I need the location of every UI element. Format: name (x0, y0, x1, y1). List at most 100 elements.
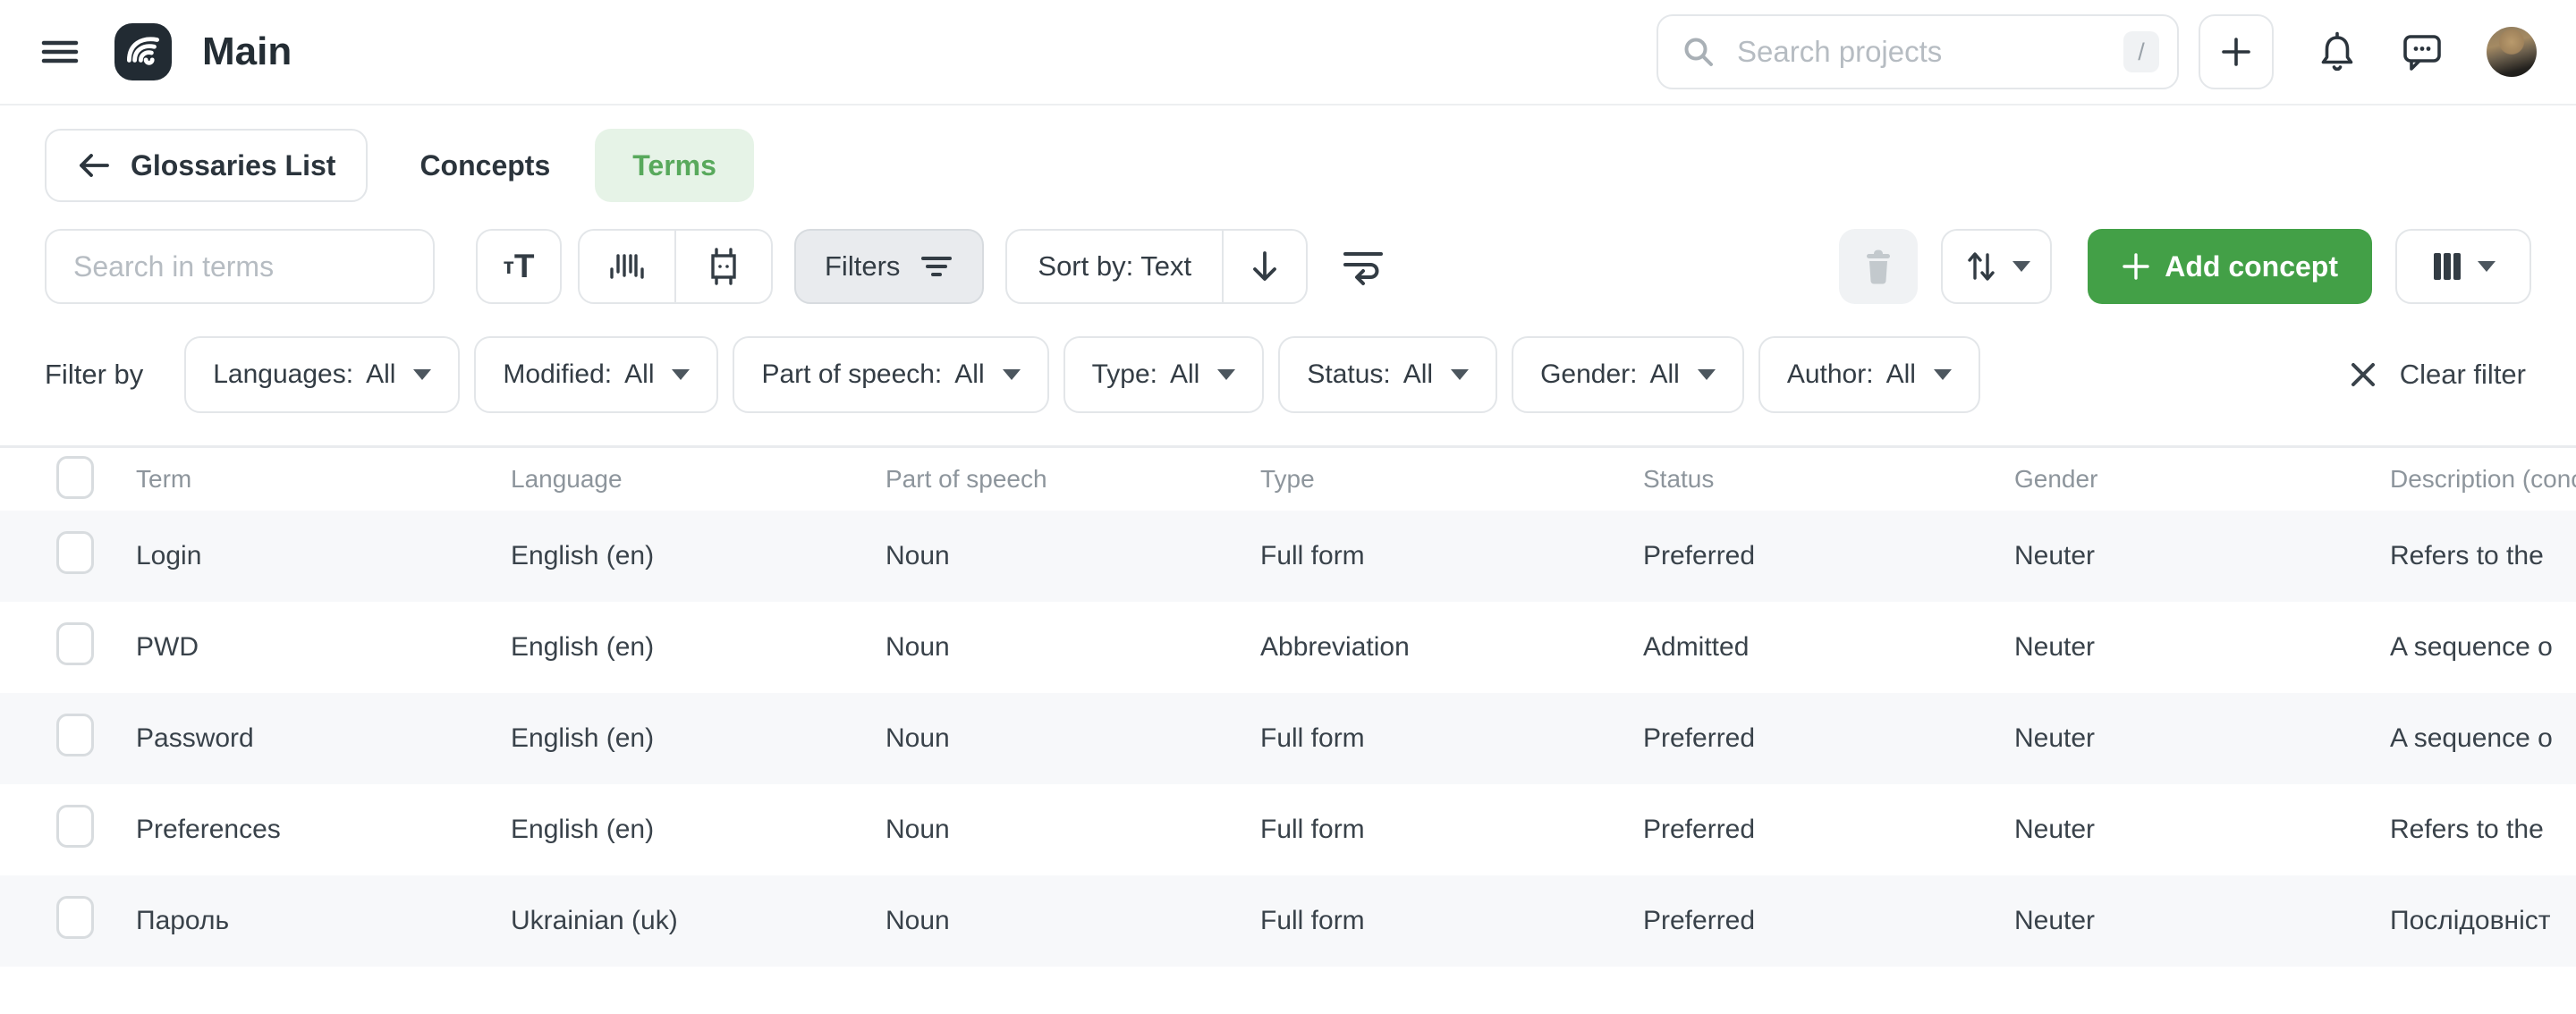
filter-bar: Filter by Languages: All Modified: All P… (0, 336, 2576, 413)
row-checkbox-cell (56, 805, 136, 855)
terms-search-input[interactable] (72, 249, 408, 284)
column-header: Language (511, 465, 886, 494)
chat-icon (2401, 31, 2444, 72)
row-checkbox-cell (56, 622, 136, 672)
back-button-label: Glossaries List (131, 149, 335, 182)
cell-description: Refers to the (2390, 541, 2576, 571)
filter-pill-partofspeech[interactable]: Part of speech: All (733, 336, 1048, 413)
select-all-checkbox[interactable] (56, 456, 94, 499)
cell-status: Preferred (1643, 906, 2014, 936)
cell-description: A sequence o (2390, 632, 2576, 663)
cell-type: Abbreviation (1260, 632, 1643, 663)
chevron-down-icon (2478, 261, 2496, 272)
sort-by-button[interactable]: Sort by: Text (1007, 231, 1222, 302)
row-checkbox[interactable] (56, 531, 94, 574)
table-row[interactable]: PreferencesEnglish (en)NounFull formPref… (0, 784, 2576, 875)
cell-part_of_speech: Noun (886, 541, 1260, 571)
cell-status: Preferred (1643, 723, 2014, 754)
cell-language: Ukrainian (uk) (511, 906, 886, 936)
create-new-button[interactable] (2199, 14, 2274, 89)
project-search-box[interactable]: / (1657, 14, 2179, 89)
chevron-down-icon (1217, 369, 1235, 380)
plus-icon (2122, 252, 2150, 281)
column-header: Term (136, 465, 511, 494)
arrow-left-icon (77, 151, 111, 180)
hamburger-menu-icon[interactable] (39, 31, 80, 72)
cell-language: English (en) (511, 541, 886, 571)
user-avatar[interactable] (2487, 27, 2537, 77)
sort-direction-button[interactable] (1224, 231, 1306, 302)
chevron-down-icon (672, 369, 690, 380)
import-export-button[interactable] (1941, 229, 2052, 304)
cell-description: A sequence o (2390, 723, 2576, 754)
search-options-group (578, 229, 773, 304)
app-logo[interactable] (114, 23, 172, 80)
cell-part_of_speech: Noun (886, 906, 1260, 936)
table-row[interactable]: ПарольUkrainian (uk)NounFull formPreferr… (0, 875, 2576, 967)
sort-split-button: Sort by: Text (1005, 229, 1308, 304)
filter-by-label: Filter by (45, 359, 143, 391)
columns-icon (2431, 251, 2463, 282)
delete-button[interactable] (1839, 229, 1918, 304)
header-checkbox-cell (56, 456, 136, 503)
table-row[interactable]: LoginEnglish (en)NounFull formPreferredN… (0, 511, 2576, 602)
cell-type: Full form (1260, 815, 1643, 845)
tab-concepts[interactable]: Concepts (419, 149, 550, 182)
table-body: LoginEnglish (en)NounFull formPreferredN… (0, 511, 2576, 967)
cell-gender: Neuter (2014, 632, 2390, 663)
terms-search-box[interactable] (45, 229, 435, 304)
wrap-lines-button[interactable] (1335, 229, 1392, 304)
column-header: Gender (2014, 465, 2390, 494)
cell-part_of_speech: Noun (886, 815, 1260, 845)
filter-lines-icon (919, 251, 953, 282)
search-input[interactable] (1735, 34, 2123, 70)
match-whole-phrase-button[interactable] (580, 231, 674, 302)
filter-pill-languages[interactable]: Languages: All (184, 336, 460, 413)
row-checkbox[interactable] (56, 622, 94, 665)
top-bar: Main / (0, 0, 2576, 106)
column-header: Part of speech (886, 465, 1260, 494)
filters-button[interactable]: Filters (794, 229, 984, 304)
messages-button[interactable] (2401, 31, 2444, 72)
filter-pill-modified[interactable]: Modified: All (474, 336, 718, 413)
row-checkbox[interactable] (56, 714, 94, 756)
filter-pill-value: All (624, 359, 654, 390)
notifications-button[interactable] (2317, 30, 2358, 73)
cell-term: Пароль (136, 906, 511, 936)
filter-pill-name: Author: (1787, 359, 1874, 390)
table-header: TermLanguagePart of speechTypeStatusGend… (0, 448, 2576, 511)
page-title: Main (202, 30, 292, 74)
filter-pill-gender[interactable]: Gender: All (1512, 336, 1744, 413)
filter-pill-status[interactable]: Status: All (1278, 336, 1497, 413)
chevron-down-icon (1934, 369, 1952, 380)
column-header: Status (1643, 465, 2014, 494)
terms-table: TermLanguagePart of speechTypeStatusGend… (0, 445, 2576, 967)
clear-filter-button[interactable]: Clear filter (2348, 359, 2531, 391)
arrows-up-down-icon (1962, 248, 2000, 285)
table-row[interactable]: PWDEnglish (en)NounAbbreviationAdmittedN… (0, 602, 2576, 693)
tab-terms[interactable]: Terms (595, 129, 754, 202)
cell-description: Refers to the (2390, 815, 2576, 845)
row-checkbox[interactable] (56, 805, 94, 848)
match-case-button[interactable]: тT (476, 229, 562, 304)
cell-term: Login (136, 541, 511, 571)
add-concept-button[interactable]: Add concept (2088, 229, 2372, 304)
clear-filter-label: Clear filter (2400, 359, 2526, 391)
row-checkbox[interactable] (56, 896, 94, 939)
arrow-down-icon (1249, 249, 1281, 284)
row-checkbox-cell (56, 896, 136, 946)
cell-language: English (en) (511, 723, 886, 754)
exact-match-button[interactable] (676, 231, 771, 302)
cell-status: Preferred (1643, 541, 2014, 571)
cell-type: Full form (1260, 723, 1643, 754)
filter-pill-name: Type: (1092, 359, 1157, 390)
columns-settings-button[interactable] (2395, 229, 2531, 304)
cell-status: Admitted (1643, 632, 2014, 663)
filter-pill-author[interactable]: Author: All (1758, 336, 1980, 413)
filter-pill-type[interactable]: Type: All (1063, 336, 1265, 413)
table-row[interactable]: PasswordEnglish (en)NounFull formPreferr… (0, 693, 2576, 784)
filter-pill-name: Modified: (503, 359, 612, 390)
cell-term: Preferences (136, 815, 511, 845)
glossaries-list-back-button[interactable]: Glossaries List (45, 129, 368, 202)
cell-type: Full form (1260, 906, 1643, 936)
